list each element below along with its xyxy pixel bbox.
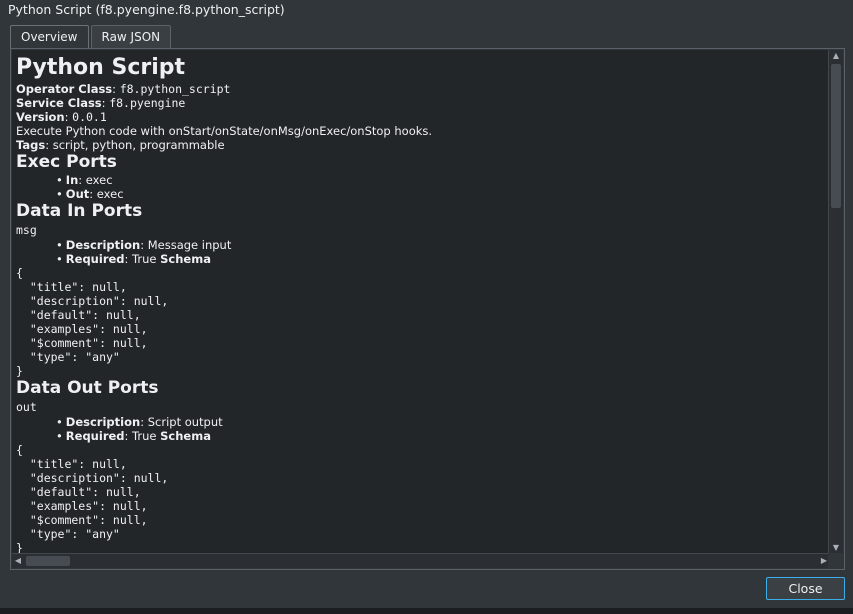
version-row: Version: 0.0.1 (16, 110, 107, 124)
data-out-description: Description: Script output (56, 415, 826, 429)
tab-raw-json[interactable]: Raw JSON (90, 25, 172, 48)
schema-label: Schema (160, 252, 211, 266)
required-value: True (132, 429, 157, 443)
data-in-port-name: msg (16, 223, 37, 237)
tags-value: script, python, programmable (52, 138, 225, 152)
data-out-ports-heading: Data Out Ports (16, 378, 159, 398)
operator-class-row: Operator Class: f8.python_script (16, 82, 231, 96)
exec-ports-heading: Exec Ports (16, 152, 117, 172)
vertical-scrollbar[interactable]: ▲ ▼ (828, 50, 843, 554)
scrollbar-corner (828, 553, 843, 568)
window-bottom-edge (0, 608, 853, 614)
data-in-schema: { "title": null, "description": null, "d… (16, 266, 169, 378)
horizontal-scroll-thumb[interactable] (26, 556, 70, 566)
tab-overview[interactable]: Overview (10, 25, 89, 49)
exec-port-type: exec (85, 173, 113, 187)
exec-port-type: exec (96, 187, 124, 201)
data-out-port-name: out (16, 400, 37, 414)
vertical-scroll-thumb[interactable] (831, 64, 841, 208)
scroll-left-icon[interactable]: ◀ (12, 554, 24, 568)
description-label: Description (65, 415, 141, 429)
data-in-description: Description: Message input (56, 238, 826, 252)
scroll-up-icon[interactable]: ▲ (829, 50, 843, 62)
exec-port-out: Out: exec (56, 187, 826, 201)
description-value: Script output (147, 415, 223, 429)
operator-class-label: Operator Class (16, 82, 113, 96)
data-out-schema: { "title": null, "description": null, "d… (16, 443, 169, 554)
exec-port-name: In (65, 173, 79, 187)
tab-bar: Overview Raw JSON (10, 25, 173, 49)
description-label: Description (65, 238, 141, 252)
operator-title: Python Script (16, 55, 186, 80)
tags-row: Tags: script, python, programmable (16, 138, 225, 152)
required-value: True (132, 252, 157, 266)
operator-class-value: f8.python_script (119, 82, 231, 96)
window-title: Python Script (f8.pyengine.f8.python_scr… (8, 2, 285, 17)
operator-description: Execute Python code with onStart/onState… (16, 124, 433, 138)
close-button[interactable]: Close (766, 577, 845, 600)
description-value: Message input (147, 238, 232, 252)
exec-port-name: Out (65, 187, 90, 201)
required-label: Required (65, 252, 125, 266)
version-value: 0.0.1 (72, 110, 107, 124)
data-out-required: Required: True Schema (56, 429, 826, 443)
exec-port-in: In: exec (56, 173, 826, 187)
exec-ports-list: In: exec Out: exec (16, 173, 826, 201)
version-label: Version (16, 110, 65, 124)
service-class-row: Service Class: f8.pyengine (16, 96, 186, 110)
data-in-port-details: Description: Message input Required: Tru… (16, 238, 826, 266)
data-in-ports-heading: Data In Ports (16, 201, 143, 221)
data-in-required: Required: True Schema (56, 252, 826, 266)
service-class-value: f8.pyengine (109, 96, 186, 110)
tab-panel: Python Script Operator Class: f8.python_… (10, 48, 845, 570)
service-class-label: Service Class (16, 96, 102, 110)
data-out-port-details: Description: Script output Required: Tru… (16, 415, 826, 443)
tags-label: Tags (16, 138, 46, 152)
overview-viewer[interactable]: Python Script Operator Class: f8.python_… (12, 50, 830, 554)
schema-label: Schema (160, 429, 211, 443)
horizontal-scrollbar[interactable]: ◀ ▶ (12, 553, 830, 568)
required-label: Required (65, 429, 125, 443)
